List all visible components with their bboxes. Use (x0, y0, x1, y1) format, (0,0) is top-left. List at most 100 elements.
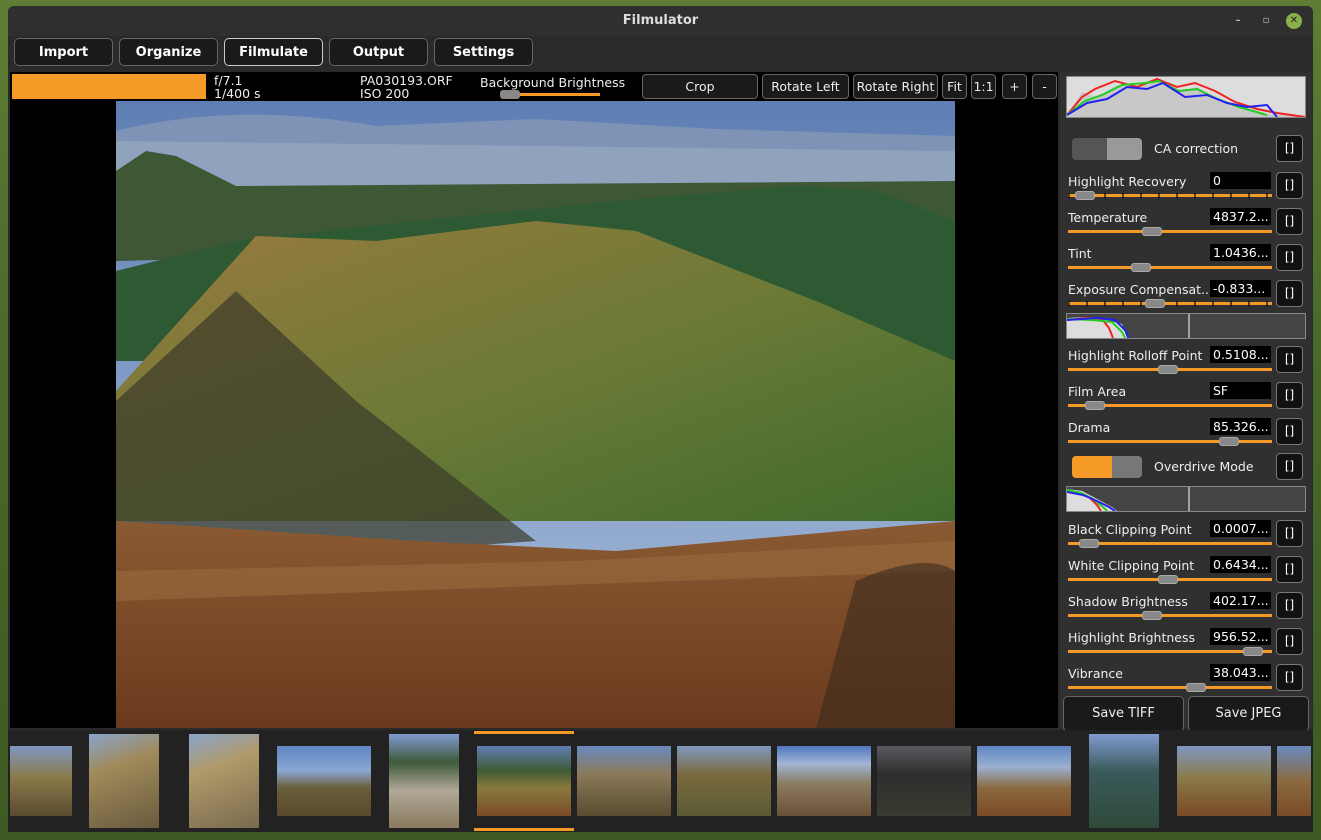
overdrive-toggle[interactable] (1072, 456, 1142, 478)
close-icon[interactable]: ✕ (1286, 13, 1302, 29)
vibrance-reset-button[interactable]: [] (1276, 664, 1303, 691)
drama-reset-button[interactable]: [] (1276, 418, 1303, 445)
slider-knob[interactable] (500, 90, 520, 99)
film-area-knob[interactable] (1084, 401, 1105, 410)
background-brightness-label: Background Brightness (480, 75, 626, 90)
highlight-brightness-reset-button[interactable]: [] (1276, 628, 1303, 655)
iso-text: ISO 200 (360, 86, 410, 101)
overdrive-label: Overdrive Mode (1154, 459, 1254, 474)
filmstrip-thumbnail[interactable] (189, 734, 259, 828)
rotate-right-button[interactable]: Rotate Right (853, 74, 938, 99)
tint-value[interactable]: 1.0436... (1210, 244, 1271, 261)
filmstrip-thumbnail[interactable] (89, 734, 159, 828)
tab-organize[interactable]: Organize (119, 38, 218, 66)
filmstrip-thumbnail[interactable] (777, 746, 871, 816)
vibrance-knob[interactable] (1185, 683, 1206, 692)
zoom-out-button[interactable]: - (1032, 74, 1057, 99)
vibrance-label: Vibrance (1068, 666, 1123, 681)
title-bar: Filmulator – ▫ ✕ (8, 6, 1313, 36)
tint-knob[interactable] (1130, 263, 1151, 272)
progress-bar (12, 74, 206, 99)
shutter-text: 1/400 s (214, 86, 261, 101)
tint-slider[interactable] (1068, 266, 1272, 269)
pre-film-histogram (1066, 313, 1306, 339)
one-to-one-button[interactable]: 1:1 (971, 74, 996, 99)
filmstrip-thumbnail[interactable] (577, 746, 671, 816)
filmstrip-thumbnail[interactable] (10, 746, 72, 816)
filmstrip-thumbnail[interactable] (1089, 734, 1159, 828)
exposure-value[interactable]: -0.833... (1210, 280, 1271, 297)
ca-reset-button[interactable]: [] (1276, 135, 1303, 162)
highlight-rolloff-label: Highlight Rolloff Point (1068, 348, 1203, 363)
vibrance-value[interactable]: 38.043... (1210, 664, 1271, 681)
shadow-brightness-slider[interactable] (1068, 614, 1272, 617)
highlight-recovery-knob[interactable] (1075, 191, 1096, 200)
exposure-label: Exposure Compensat... (1068, 282, 1213, 297)
tint-reset-button[interactable]: [] (1276, 244, 1303, 271)
filmstrip-thumbnail[interactable] (277, 746, 371, 816)
save-jpeg-button[interactable]: Save JPEG (1188, 696, 1309, 732)
zoom-in-button[interactable]: + (1002, 74, 1027, 99)
black-clip-reset-button[interactable]: [] (1276, 520, 1303, 547)
post-film-histogram (1066, 486, 1306, 512)
filmstrip-thumbnail[interactable] (977, 746, 1071, 816)
highlight-rolloff-knob[interactable] (1158, 365, 1179, 374)
filmstrip (8, 730, 1313, 832)
white-clip-value[interactable]: 0.6434... (1210, 556, 1271, 573)
shadow-brightness-reset-button[interactable]: [] (1276, 592, 1303, 619)
vibrance-slider[interactable] (1068, 686, 1272, 689)
window-title: Filmulator (622, 13, 699, 28)
filmstrip-thumbnail[interactable] (877, 746, 971, 816)
filmstrip-thumbnail[interactable] (389, 734, 459, 828)
photo-preview[interactable] (116, 101, 955, 728)
temperature-knob[interactable] (1141, 227, 1162, 236)
filmstrip-thumbnail[interactable] (1277, 746, 1311, 816)
highlight-brightness-knob[interactable] (1242, 647, 1263, 656)
white-clip-reset-button[interactable]: [] (1276, 556, 1303, 583)
shadow-brightness-knob[interactable] (1141, 611, 1162, 620)
image-viewer[interactable] (10, 100, 1058, 728)
filmstrip-thumbnail[interactable] (677, 746, 771, 816)
tab-settings[interactable]: Settings (434, 38, 533, 66)
tab-output[interactable]: Output (329, 38, 428, 66)
maximize-icon[interactable]: ▫ (1258, 13, 1274, 29)
drama-value[interactable]: 85.326... (1210, 418, 1271, 435)
temperature-slider[interactable] (1068, 230, 1272, 233)
crop-button[interactable]: Crop (642, 74, 758, 99)
white-clip-label: White Clipping Point (1068, 558, 1195, 573)
rotate-left-button[interactable]: Rotate Left (762, 74, 849, 99)
ca-correction-label: CA correction (1154, 141, 1239, 156)
drama-slider[interactable] (1068, 440, 1272, 443)
highlight-brightness-slider[interactable] (1068, 650, 1272, 653)
drama-knob[interactable] (1218, 437, 1239, 446)
highlight-recovery-value[interactable]: 0 (1210, 172, 1271, 189)
white-clip-knob[interactable] (1158, 575, 1179, 584)
temperature-value[interactable]: 4837.2... (1210, 208, 1271, 225)
black-clip-value[interactable]: 0.0007... (1210, 520, 1271, 537)
temperature-reset-button[interactable]: [] (1276, 208, 1303, 235)
tab-import[interactable]: Import (14, 38, 113, 66)
save-tiff-button[interactable]: Save TIFF (1063, 696, 1184, 732)
filmstrip-thumbnail-selected[interactable] (477, 746, 571, 816)
overdrive-reset-button[interactable]: [] (1276, 453, 1303, 480)
highlight-rolloff-reset-button[interactable]: [] (1276, 346, 1303, 373)
film-area-value[interactable]: SF (1210, 382, 1271, 399)
shadow-brightness-value[interactable]: 402.17... (1210, 592, 1271, 609)
black-clip-knob[interactable] (1079, 539, 1100, 548)
film-area-reset-button[interactable]: [] (1276, 382, 1303, 409)
highlight-rolloff-value[interactable]: 0.5108... (1210, 346, 1271, 363)
tools-panel: CA correction [] Highlight Recovery 0 []… (1060, 72, 1312, 732)
background-brightness-slider[interactable] (500, 90, 600, 99)
tab-filmulate[interactable]: Filmulate (224, 38, 323, 66)
exposure-reset-button[interactable]: [] (1276, 280, 1303, 307)
highlight-recovery-reset-button[interactable]: [] (1276, 172, 1303, 199)
selected-indicator-top (474, 731, 574, 734)
filmstrip-thumbnail[interactable] (1177, 746, 1271, 816)
exposure-knob[interactable] (1145, 299, 1166, 308)
fit-button[interactable]: Fit (942, 74, 967, 99)
main-histogram (1066, 76, 1306, 118)
temperature-label: Temperature (1068, 210, 1148, 225)
minimize-icon[interactable]: – (1230, 13, 1246, 29)
highlight-brightness-value[interactable]: 956.52... (1210, 628, 1271, 645)
ca-correction-toggle[interactable] (1072, 138, 1142, 160)
